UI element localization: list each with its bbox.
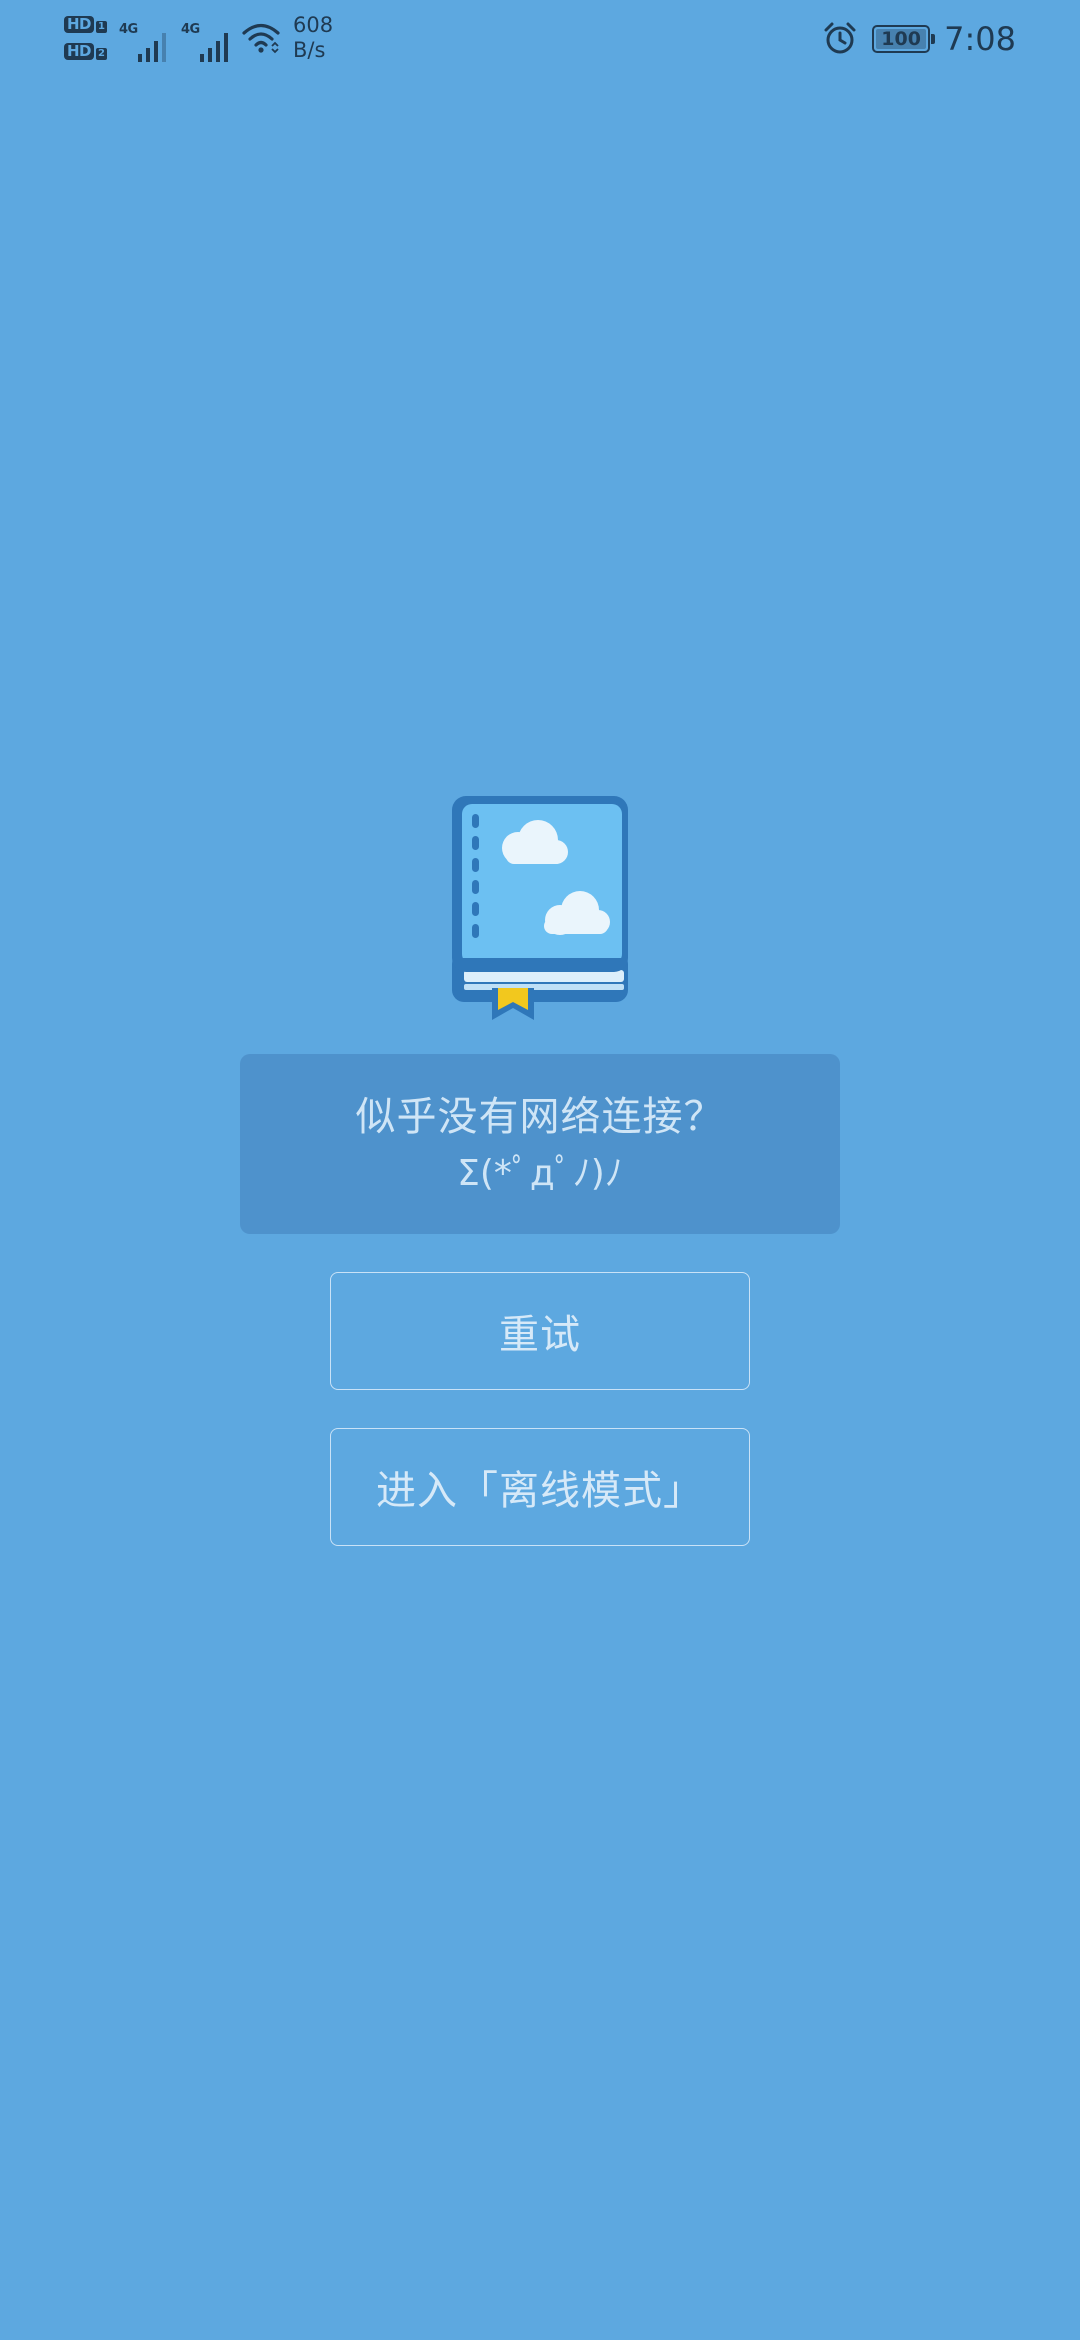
offline-mode-button[interactable]: 进入「离线模式」 bbox=[330, 1428, 750, 1546]
signal-icon bbox=[137, 33, 166, 62]
signal-icon bbox=[199, 33, 228, 62]
book-icon bbox=[452, 796, 628, 1020]
hd-icon: HD bbox=[64, 43, 95, 60]
message-title: 似乎没有网络连接？ bbox=[355, 1094, 725, 1140]
wifi-icon bbox=[242, 23, 280, 54]
status-bar-right: 100 7:08 bbox=[822, 14, 1016, 64]
alarm-icon bbox=[824, 22, 856, 54]
network-speed-unit: B/s bbox=[292, 38, 326, 62]
network-speed: 608 B/s bbox=[293, 13, 333, 63]
hd-indicator-1: HD 1 bbox=[64, 16, 107, 33]
hd-indicator-2: HD 2 bbox=[64, 43, 107, 60]
network-speed-value: 608 bbox=[292, 13, 334, 37]
clock: 7:08 bbox=[944, 20, 1016, 58]
hd-sim-number: 1 bbox=[96, 21, 107, 33]
offline-mode-button-label: 进入「离线模式」 bbox=[376, 1468, 704, 1514]
message-kaomoji: Σ(*ﾟдﾟﾉ)ﾉ bbox=[457, 1153, 623, 1194]
battery-icon: 100 bbox=[872, 25, 936, 53]
no-network-message: 似乎没有网络连接？ Σ(*ﾟдﾟﾉ)ﾉ bbox=[240, 1054, 840, 1234]
hd-indicators: HD 1 HD 2 bbox=[64, 16, 107, 60]
hd-icon: HD bbox=[64, 16, 95, 33]
sim1-signal: 4G bbox=[117, 14, 171, 62]
network-type-label: 4G bbox=[118, 22, 138, 37]
retry-button[interactable]: 重试 bbox=[330, 1272, 750, 1390]
status-bar: HD 1 HD 2 4G 4G 608 B/s 100 7:08 bbox=[0, 0, 1080, 72]
sim2-signal: 4G bbox=[179, 14, 233, 62]
network-type-label: 4G bbox=[180, 22, 200, 37]
battery-level: 100 bbox=[881, 27, 921, 50]
hd-sim-number: 2 bbox=[96, 48, 107, 60]
retry-button-label: 重试 bbox=[499, 1312, 581, 1358]
status-bar-left: HD 1 HD 2 4G 4G 608 B/s bbox=[64, 8, 333, 68]
